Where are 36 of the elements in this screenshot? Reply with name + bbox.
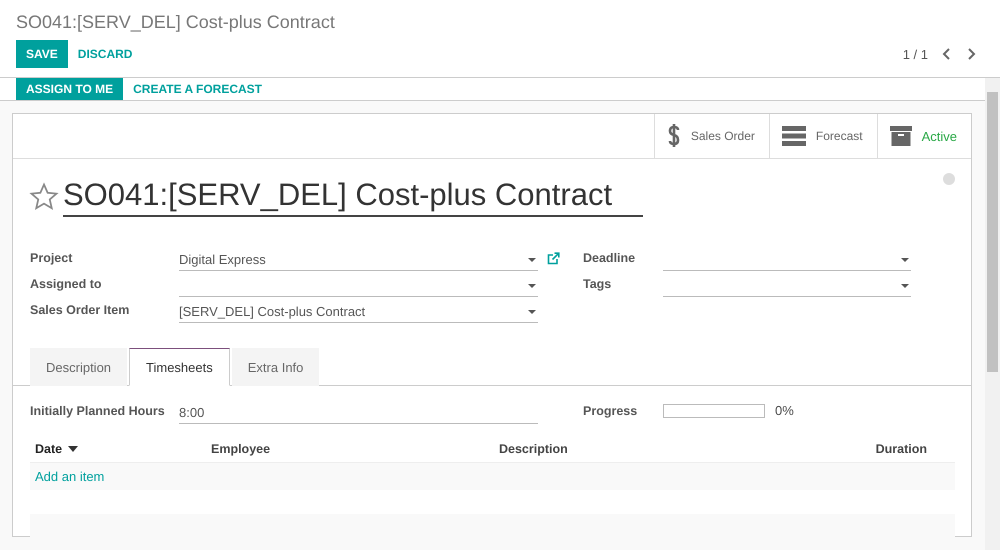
select-field[interactable]: [SERV_DEL] Cost-plus Contract <box>179 301 538 323</box>
dollar-icon <box>666 123 681 149</box>
column-header[interactable]: Employee <box>206 442 494 456</box>
task-title-field[interactable]: SO041:[SERV_DEL] Cost-plus Contract <box>63 177 643 217</box>
add-item-link[interactable]: Add an item <box>35 469 104 484</box>
scrollbar[interactable] <box>985 78 1000 550</box>
external-link-icon[interactable] <box>546 252 560 265</box>
field-label: Deadline <box>583 251 636 267</box>
field-label: Progress <box>583 404 638 420</box>
forecast-button[interactable]: CREATE A FORECAST <box>123 78 272 100</box>
field-label: Project <box>30 251 74 267</box>
select-field[interactable]: Digital Express <box>179 249 538 271</box>
column-header[interactable]: Description <box>494 442 871 456</box>
status-dot-icon[interactable] <box>943 173 955 185</box>
sort-caret-icon <box>68 446 78 452</box>
field-label: Assigned to <box>30 277 103 293</box>
next-icon[interactable] <box>966 48 976 60</box>
field-label: Initially Planned Hours <box>30 404 166 420</box>
star-icon[interactable] <box>29 182 59 212</box>
breadcrumb-title: SO041:[SERV_DEL] Cost-plus Contract <box>16 11 336 34</box>
previous-icon[interactable] <box>942 48 952 60</box>
pager-value: 1 / 1 <box>902 46 928 62</box>
tab[interactable]: Extra Info <box>232 348 320 386</box>
tab[interactable]: Description <box>30 348 128 386</box>
server-icon <box>782 126 806 146</box>
assign-button[interactable]: ASSIGN TO ME <box>16 78 124 100</box>
column-header[interactable]: Date <box>30 442 206 456</box>
archive-icon <box>890 126 912 146</box>
field-label: Sales Order Item <box>30 303 130 319</box>
discard-button[interactable]: DISCARD <box>68 40 142 68</box>
save-button[interactable]: SAVE <box>16 40 68 68</box>
progress-reading: 0% <box>775 403 794 420</box>
field-label: Tags <box>583 277 612 293</box>
input-field[interactable]: 8:00 <box>179 402 538 424</box>
tab[interactable]: Timesheets <box>129 348 230 386</box>
column-header[interactable]: Duration <box>870 442 955 456</box>
